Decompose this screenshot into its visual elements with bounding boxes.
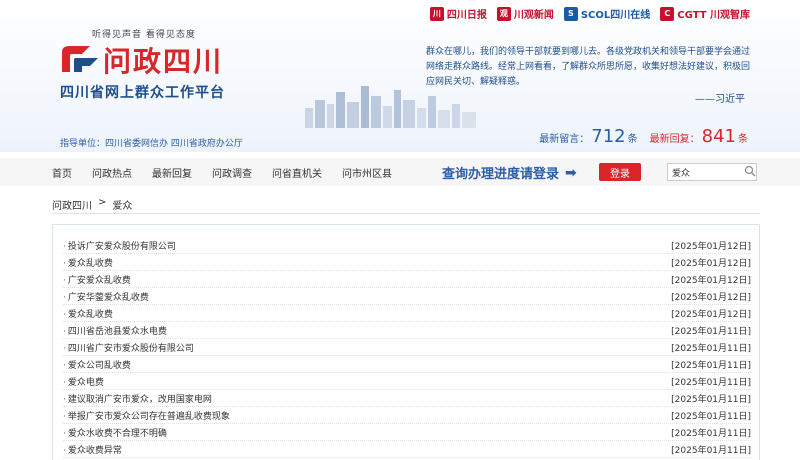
- list-item-date: [2025年01月11日]: [671, 326, 751, 337]
- list-item: 四川省岳池县爱众水电费 [2025年01月11日]: [63, 322, 751, 339]
- list-item-title[interactable]: 爱众乱收费: [63, 307, 113, 320]
- breadcrumb-separator: >: [98, 197, 107, 208]
- partner-label: CGTT 川观智库: [677, 10, 750, 21]
- sichuan-daily-logo[interactable]: 川 四川日报: [429, 6, 487, 21]
- list-item-date: [2025年01月11日]: [671, 377, 751, 388]
- nav-item-hot-topics[interactable]: 问政热点: [92, 165, 132, 180]
- site-header: 听得见声音 看得见态度 问政四川 四川省网上群众工作平台 指导单位：四川省委网信…: [0, 0, 800, 152]
- chuanguan-news-logo[interactable]: 观 川观新闻: [496, 6, 554, 21]
- list-item: 建议取消广安市爱众，改用国家电网 [2025年01月11日]: [63, 390, 751, 407]
- latest-replies-stat: 最新回复： 841 条: [650, 126, 748, 147]
- list-item-date: [2025年01月11日]: [671, 394, 751, 405]
- list-item-title[interactable]: 爱众收费异常: [63, 443, 122, 456]
- list-item-date: [2025年01月11日]: [671, 360, 751, 371]
- nav-item-provincial-agencies[interactable]: 问省直机关: [272, 165, 322, 180]
- quote-author: ——习近平: [695, 94, 745, 105]
- latest-replies-count: 841: [701, 126, 736, 147]
- latest-messages-unit: 条: [627, 134, 638, 145]
- latest-messages-count: 712: [591, 126, 626, 147]
- list-item-title[interactable]: 四川省广安市爱众股份有限公司: [63, 341, 194, 354]
- divider: [52, 213, 760, 214]
- results-panel: 投诉广安爱众股份有限公司 [2025年01月12日] 爱众乱收费 [2025年01月…: [52, 224, 760, 460]
- nav-item-cities-counties[interactable]: 问市州区县: [342, 165, 392, 180]
- list-item-title[interactable]: 四川省岳池县爱众水电费: [63, 324, 167, 337]
- main-nav: 首页 问政热点 最新回复 问政调查 问省直机关 问市州区县 查询办理进度请登录 …: [0, 158, 800, 186]
- partner-label: SCOL四川在线: [580, 10, 651, 21]
- list-item-title[interactable]: 投诉广安爱众股份有限公司: [63, 239, 176, 252]
- list-item: 爱众公司乱收费 [2025年01月11日]: [63, 356, 751, 373]
- scol-icon: S: [563, 6, 578, 21]
- nav-item-latest-replies[interactable]: 最新回复: [152, 165, 192, 180]
- list-item-date: [2025年01月11日]: [671, 343, 751, 354]
- latest-replies-label: 最新回复：: [649, 134, 700, 145]
- cgtt-icon: C: [660, 6, 675, 21]
- login-button[interactable]: 登录: [599, 163, 641, 181]
- logo-icon: [62, 46, 98, 72]
- list-item: 举报广安市爱众公司存在普遍乱收费现象 [2025年01月11日]: [63, 407, 751, 424]
- list-item-date: [2025年01月12日]: [671, 292, 751, 303]
- site-title[interactable]: 问政四川: [103, 40, 223, 80]
- list-item-date: [2025年01月12日]: [671, 241, 751, 252]
- list-item-title[interactable]: 广安华蓥爱众乱收费: [63, 290, 149, 303]
- partner-label: 川观新闻: [513, 10, 554, 21]
- list-item: 爱众水收费不合理不明确 [2025年01月11日]: [63, 424, 751, 441]
- list-item-title[interactable]: 举报广安市爱众公司存在普遍乱收费现象: [63, 409, 230, 422]
- list-item-date: [2025年01月11日]: [671, 428, 751, 439]
- partner-label: 四川日报: [446, 10, 487, 21]
- arrow-right-icon: ➡: [565, 164, 577, 181]
- list-item: 四川省广安市爱众股份有限公司 [2025年01月11日]: [63, 339, 751, 356]
- list-item-date: [2025年01月11日]: [671, 411, 751, 422]
- list-item-date: [2025年01月12日]: [671, 258, 751, 269]
- nav-item-home[interactable]: 首页: [52, 165, 72, 180]
- nav-item-survey[interactable]: 问政调查: [212, 165, 252, 180]
- results-list: 投诉广安爱众股份有限公司 [2025年01月12日] 爱众乱收费 [2025年01月…: [63, 237, 751, 458]
- slogan: 听得见声音 看得见态度: [92, 30, 196, 40]
- breadcrumb: 问政四川 > 爱众: [52, 197, 132, 212]
- progress-query-link[interactable]: 查询办理进度请登录 ➡: [442, 163, 577, 183]
- leader-quote: 群众在哪儿，我们的领导干部就要到哪儿去。各级党政机关和领导干部要学会通过网络走群…: [426, 47, 751, 87]
- list-item-date: [2025年01月11日]: [671, 445, 751, 456]
- list-item: 爱众收费异常 [2025年01月11日]: [63, 441, 751, 458]
- list-item: 投诉广安爱众股份有限公司 [2025年01月12日]: [63, 237, 751, 254]
- nav-menu: 首页 问政热点 最新回复 问政调查 问省直机关 问市州区县: [52, 158, 412, 186]
- list-item-title[interactable]: 爱众电费: [63, 375, 104, 388]
- site-subtitle: 四川省网上群众工作平台: [60, 85, 225, 101]
- list-item-title[interactable]: 爱众乱收费: [63, 256, 113, 269]
- breadcrumb-home-link[interactable]: 问政四川: [52, 197, 92, 212]
- list-item: 广安爱众乱收费 [2025年01月12日]: [63, 271, 751, 288]
- latest-messages-stat: 最新留言： 712 条: [539, 126, 637, 147]
- list-item: 爱众乱收费 [2025年01月12日]: [63, 254, 751, 271]
- breadcrumb-current: 爱众: [112, 201, 133, 212]
- list-item-date: [2025年01月12日]: [671, 309, 751, 320]
- guidance-units: 指导单位：四川省委网信办 四川省政府办公厅: [60, 139, 243, 149]
- list-item-title[interactable]: 建议取消广安市爱众，改用国家电网: [63, 392, 212, 405]
- latest-replies-unit: 条: [738, 134, 748, 145]
- chuanguan-icon: 观: [496, 6, 511, 21]
- sichuan-daily-icon: 川: [429, 6, 444, 21]
- list-item-date: [2025年01月12日]: [671, 275, 751, 286]
- search-icon[interactable]: [744, 165, 756, 177]
- list-item-title[interactable]: 爱众公司乱收费: [63, 358, 131, 371]
- progress-query-label: 查询办理进度请登录: [442, 167, 560, 182]
- list-item: 爱众乱收费 [2025年01月12日]: [63, 305, 751, 322]
- list-item: 广安华蓥爱众乱收费 [2025年01月12日]: [63, 288, 751, 305]
- scol-logo[interactable]: S SCOL四川在线: [563, 6, 651, 21]
- list-item-title[interactable]: 爱众水收费不合理不明确: [63, 426, 167, 439]
- partner-logos: 川 四川日报 观 川观新闻 S SCOL四川在线 C CGTT 川观智库: [429, 6, 750, 21]
- latest-messages-label: 最新留言：: [539, 134, 590, 145]
- list-item: 爱众电费 [2025年01月11日]: [63, 373, 751, 390]
- list-item-title[interactable]: 广安爱众乱收费: [63, 273, 131, 286]
- stats-bar: 最新留言： 712 条 最新回复： 841 条: [539, 126, 748, 147]
- cgtt-logo[interactable]: C CGTT 川观智库: [660, 6, 750, 21]
